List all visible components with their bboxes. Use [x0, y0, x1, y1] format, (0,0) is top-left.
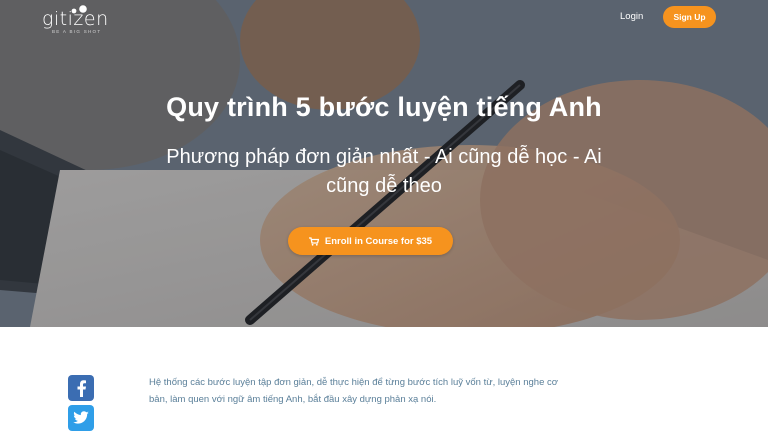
- course-title: Quy trình 5 bước luyện tiếng Anh: [166, 92, 602, 122]
- login-link[interactable]: Login: [620, 11, 643, 22]
- hero-banner: gitizen BE A BIG SHOT Login Sign Up Quy …: [0, 0, 768, 327]
- facebook-icon[interactable]: [68, 375, 94, 401]
- course-subtitle: Phương pháp đơn giản nhất - Ai cũng dễ h…: [166, 146, 602, 197]
- twitter-icon[interactable]: [68, 405, 94, 431]
- enroll-button[interactable]: Enroll in Course for $35: [288, 227, 453, 255]
- cart-icon: [308, 236, 319, 246]
- enroll-button-label: Enroll in Course for $35: [324, 235, 433, 247]
- logo-tagline: BE A BIG SHOT: [52, 29, 102, 34]
- course-description: Hệ thống các bước luyện tập đơn giản, dễ…: [149, 377, 558, 405]
- signup-button[interactable]: Sign Up: [663, 6, 716, 28]
- course-description-section: Hệ thống các bước luyện tập đơn giản, dễ…: [0, 327, 768, 432]
- logo-mark-icon: [71, 5, 87, 14]
